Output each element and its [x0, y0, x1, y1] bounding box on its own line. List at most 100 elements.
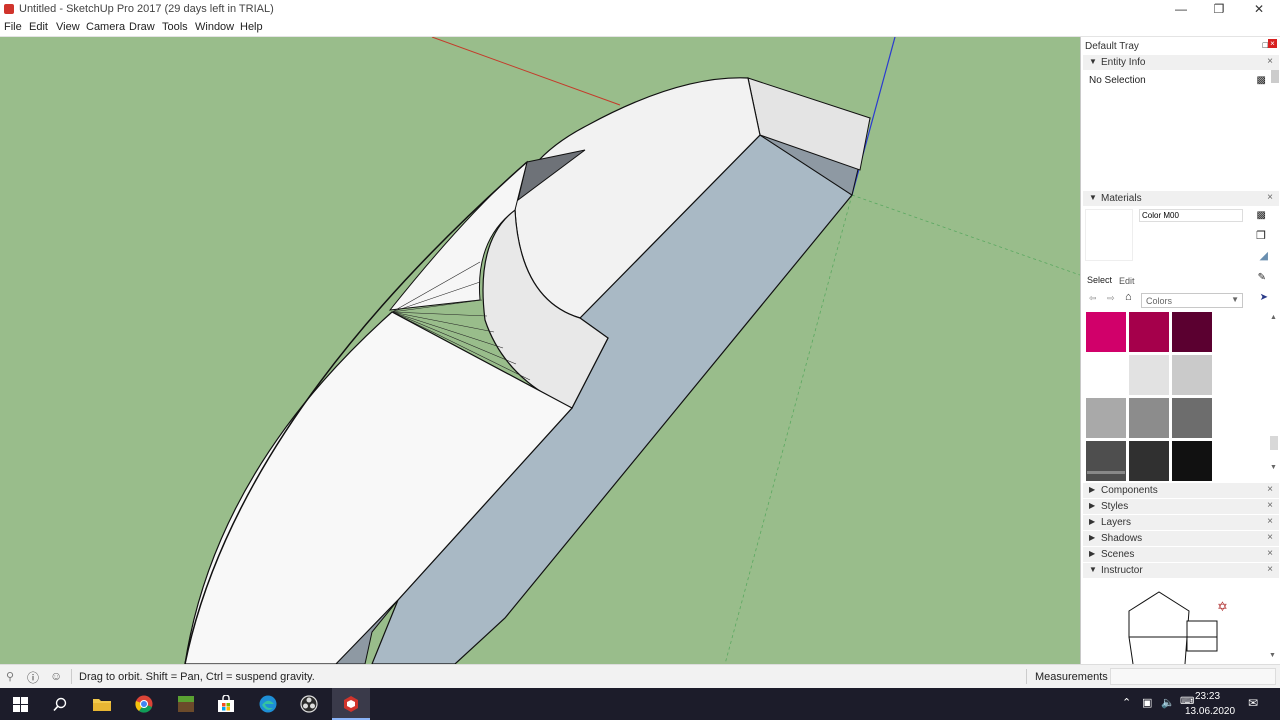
details-arrow-icon[interactable]: ➤ [1260, 292, 1268, 303]
credits-icon[interactable]: ⓘ [27, 669, 39, 686]
menu-file[interactable]: File [4, 21, 22, 33]
file-explorer-icon[interactable] [90, 692, 114, 716]
minimize-icon[interactable]: — [1162, 0, 1200, 19]
tab-edit[interactable]: Edit [1119, 276, 1135, 286]
taskbar: ⌃ ▣ 🔈 ⌨ 23:23 13.06.2020 ✉ [0, 688, 1280, 720]
chrome-icon[interactable] [132, 692, 156, 716]
panel-close-icon[interactable]: × [1267, 548, 1273, 559]
color-swatch[interactable] [1129, 398, 1169, 438]
back-icon[interactable]: ⇦ [1089, 293, 1097, 304]
orbit-tool-icon: ✡ [1217, 599, 1228, 614]
home-icon[interactable]: ⌂ [1125, 291, 1132, 303]
panel-header-styles[interactable]: ▶ Styles × [1083, 499, 1279, 514]
edge-icon[interactable] [256, 692, 280, 716]
collapsed-arrow-icon: ▶ [1089, 533, 1096, 542]
tray-chevron-up-icon[interactable]: ⌃ [1122, 696, 1131, 709]
color-swatch[interactable] [1172, 398, 1212, 438]
collapsed-arrow-icon: ▶ [1089, 517, 1096, 526]
panel-close-icon[interactable]: × [1267, 564, 1273, 575]
scroll-thumb[interactable] [1270, 436, 1278, 450]
obs-icon[interactable] [297, 692, 321, 716]
selection-status: No Selection [1089, 75, 1146, 86]
panel-header-entity-info[interactable]: ▼ Entity Info × [1083, 55, 1279, 70]
eyedropper-icon[interactable]: ✎ [1258, 272, 1266, 283]
panel-header-components[interactable]: ▶ Components × [1083, 483, 1279, 498]
panel-header-instructor[interactable]: ▼ Instructor × [1083, 563, 1279, 578]
sample-paint-icon[interactable]: ◢ [1260, 249, 1268, 262]
geolocation-icon[interactable]: ⚲ [6, 670, 14, 683]
menu-edit[interactable]: Edit [29, 21, 48, 33]
panel-header-shadows[interactable]: ▶ Shadows × [1083, 531, 1279, 546]
color-swatch[interactable] [1129, 312, 1169, 352]
color-swatch[interactable] [1129, 441, 1169, 481]
close-icon[interactable]: ✕ [1240, 0, 1278, 19]
menu-help[interactable]: Help [240, 21, 263, 33]
user-icon[interactable]: ☺ [50, 669, 62, 683]
panel-header-layers[interactable]: ▶ Layers × [1083, 515, 1279, 530]
create-material-icon[interactable]: ❐ [1256, 229, 1266, 242]
store-icon[interactable] [214, 692, 238, 716]
menu-tools[interactable]: Tools [162, 21, 188, 33]
panel-close-icon[interactable]: × [1267, 484, 1273, 495]
sketchup-icon [344, 696, 358, 712]
search-icon[interactable] [48, 692, 72, 716]
minecraft-icon[interactable] [174, 692, 198, 716]
collapsed-arrow-icon: ▶ [1089, 485, 1096, 494]
panel-close-icon[interactable]: × [1267, 56, 1273, 67]
menu-camera[interactable]: Camera [86, 21, 125, 33]
notifications-icon[interactable]: ✉ [1248, 696, 1258, 710]
instructor-scroll-down-icon[interactable]: ▼ [1269, 652, 1276, 659]
clock-time[interactable]: 23:23 [1195, 691, 1220, 702]
forward-icon[interactable]: ⇨ [1107, 293, 1115, 304]
panel-label: Layers [1101, 517, 1132, 528]
collapsed-arrow-icon: ▶ [1089, 501, 1096, 510]
scroll-up-icon[interactable]: ▲ [1270, 314, 1277, 321]
color-swatch[interactable] [1172, 312, 1212, 352]
status-bar: ⚲ ⓘ ☺ Drag to orbit. Shift = Pan, Ctrl =… [0, 664, 1280, 688]
tray-close-icon[interactable]: × [1268, 39, 1277, 48]
material-model-icon[interactable]: ▩ [1257, 210, 1266, 221]
color-swatch[interactable] [1172, 355, 1212, 395]
panel-close-icon[interactable]: × [1267, 500, 1273, 511]
measurements-label: Measurements [1035, 671, 1108, 683]
volume-icon[interactable]: 🔈 [1161, 696, 1175, 709]
tray-title: Default Tray [1085, 41, 1139, 52]
panel-label: Components [1101, 485, 1158, 496]
color-swatch[interactable] [1086, 312, 1126, 352]
measurements-box[interactable] [1110, 668, 1276, 685]
windows-start-icon[interactable] [8, 692, 32, 716]
sketchup-taskbar-button[interactable] [332, 688, 370, 720]
panel-close-icon[interactable]: × [1267, 192, 1273, 203]
panel-scrollbar[interactable] [1271, 70, 1279, 83]
panel-label: Shadows [1101, 533, 1143, 544]
maximize-icon[interactable]: ❐ [1200, 0, 1238, 19]
panel-header-materials[interactable]: ▼ Materials × [1083, 191, 1279, 206]
status-hint: Drag to orbit. Shift = Pan, Ctrl = suspe… [79, 671, 315, 683]
panel-header-scenes[interactable]: ▶ Scenes × [1083, 547, 1279, 562]
panel-label: Materials [1101, 193, 1142, 204]
collection-dropdown[interactable]: Colors ▼ [1141, 293, 1243, 308]
swatch-scrollbar[interactable]: ▲ ▼ [1269, 314, 1279, 474]
menu-view[interactable]: View [56, 21, 80, 33]
panel-label: Instructor [1101, 565, 1143, 576]
panel-close-icon[interactable]: × [1267, 532, 1273, 543]
material-name-field[interactable] [1139, 209, 1243, 222]
window-title: Untitled - SketchUp Pro 2017 (29 days le… [19, 3, 274, 15]
expanded-arrow-icon: ▼ [1089, 57, 1097, 66]
color-swatch[interactable] [1129, 355, 1169, 395]
menu-window[interactable]: Window [195, 21, 234, 33]
network-icon[interactable]: ▣ [1142, 696, 1152, 709]
color-swatch[interactable] [1172, 441, 1212, 481]
clock-date[interactable]: 13.06.2020 [1185, 706, 1235, 717]
tab-select[interactable]: Select [1087, 275, 1112, 285]
color-swatch[interactable] [1086, 355, 1126, 395]
menu-draw[interactable]: Draw [129, 21, 155, 33]
color-swatch[interactable] [1086, 398, 1126, 438]
panel-close-icon[interactable]: × [1267, 516, 1273, 527]
lock-icon[interactable]: ▩ [1257, 75, 1266, 86]
scroll-down-icon[interactable]: ▼ [1270, 464, 1277, 471]
model-viewport[interactable] [0, 37, 1080, 664]
swatch-row-partial [1087, 471, 1125, 474]
color-swatch[interactable] [1086, 441, 1126, 481]
collapsed-arrow-icon: ▶ [1089, 549, 1096, 558]
